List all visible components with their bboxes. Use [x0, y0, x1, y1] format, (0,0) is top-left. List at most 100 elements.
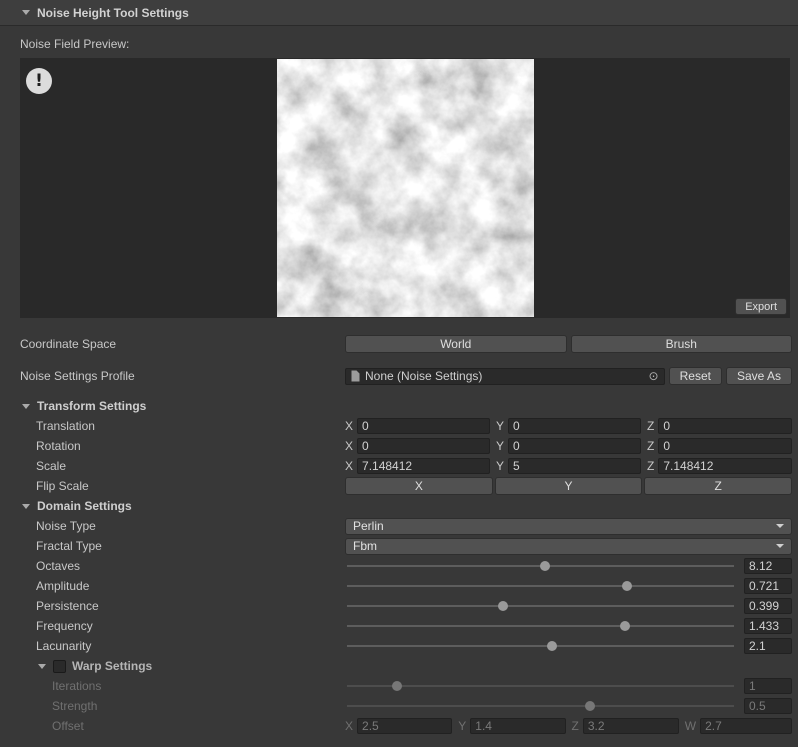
- rotation-y-field[interactable]: [508, 438, 641, 454]
- translation-row: Translation X Y Z: [0, 416, 798, 436]
- persistence-row: Persistence: [0, 596, 798, 616]
- translation-y-field[interactable]: [508, 418, 641, 434]
- scale-label: Scale: [20, 459, 345, 473]
- slider-track: [347, 705, 734, 707]
- axis-y-label: Y: [496, 439, 504, 453]
- noise-type-dropdown[interactable]: Perlin: [345, 518, 792, 535]
- warp-settings-title: Warp Settings: [72, 659, 152, 673]
- flip-scale-z-button[interactable]: Z: [644, 477, 792, 495]
- noise-type-value: Perlin: [353, 519, 384, 533]
- frequency-slider[interactable]: [345, 618, 736, 634]
- lacunarity-slider[interactable]: [345, 638, 736, 654]
- rotation-x-field[interactable]: [357, 438, 490, 454]
- axis-w-label: W: [685, 719, 696, 733]
- lacunarity-label: Lacunarity: [20, 639, 345, 653]
- noise-settings-profile-row: Noise Settings Profile None (Noise Setti…: [0, 366, 798, 386]
- translation-x-field[interactable]: [357, 418, 490, 434]
- warp-settings-foldout[interactable]: Warp Settings: [0, 656, 798, 676]
- chevron-down-icon: [776, 544, 784, 548]
- slider-handle[interactable]: [498, 601, 508, 611]
- strength-label: Strength: [20, 699, 345, 713]
- octaves-row: Octaves: [0, 556, 798, 576]
- scale-x-field[interactable]: [357, 458, 490, 474]
- axis-y-label: Y: [496, 419, 504, 433]
- object-picker-icon[interactable]: ⊙: [649, 369, 659, 383]
- foldout-triangle-icon[interactable]: [22, 504, 30, 509]
- noise-type-row: Noise Type Perlin: [0, 516, 798, 536]
- noise-preview-image: [277, 59, 534, 317]
- tool-settings-title: Noise Height Tool Settings: [37, 6, 189, 20]
- fractal-type-dropdown[interactable]: Fbm: [345, 538, 792, 555]
- scale-z-field[interactable]: [658, 458, 792, 474]
- slider-handle[interactable]: [622, 581, 632, 591]
- axis-y-label: Y: [458, 719, 466, 733]
- flip-x-label: X: [415, 479, 423, 493]
- amplitude-value-field[interactable]: [744, 578, 792, 594]
- noise-preview-label: Noise Field Preview:: [20, 37, 129, 51]
- foldout-triangle-icon[interactable]: [22, 404, 30, 409]
- transform-settings-title: Transform Settings: [37, 399, 146, 413]
- rotation-z-field[interactable]: [658, 438, 792, 454]
- slider-track: [347, 605, 734, 607]
- coordinate-space-row: Coordinate Space World Brush: [0, 334, 798, 354]
- frequency-value-field[interactable]: [744, 618, 792, 634]
- frequency-label: Frequency: [20, 619, 345, 633]
- world-button-label: World: [440, 337, 471, 351]
- translation-z-field[interactable]: [658, 418, 792, 434]
- iterations-value-field: [744, 678, 792, 694]
- offset-y-field: [470, 718, 565, 734]
- flip-scale-y-button[interactable]: Y: [495, 477, 643, 495]
- flip-scale-label: Flip Scale: [20, 479, 345, 493]
- tool-settings-header[interactable]: Noise Height Tool Settings: [0, 0, 798, 26]
- iterations-row: Iterations: [0, 676, 798, 696]
- noise-settings-object-field[interactable]: None (Noise Settings) ⊙: [345, 368, 665, 385]
- object-field-value: None (Noise Settings): [365, 369, 649, 383]
- slider-track: [347, 685, 734, 687]
- axis-z-label: Z: [647, 419, 654, 433]
- iterations-slider: [345, 678, 736, 694]
- coordinate-space-brush-button[interactable]: Brush: [571, 335, 793, 353]
- flip-scale-x-button[interactable]: X: [345, 477, 493, 495]
- lacunarity-row: Lacunarity: [0, 636, 798, 656]
- octaves-slider[interactable]: [345, 558, 736, 574]
- persistence-slider[interactable]: [345, 598, 736, 614]
- axis-z-label: Z: [572, 719, 579, 733]
- amplitude-row: Amplitude: [0, 576, 798, 596]
- scale-y-field[interactable]: [508, 458, 641, 474]
- noise-preview-area: ! Export: [20, 58, 790, 318]
- transform-settings-foldout[interactable]: Transform Settings: [0, 396, 798, 416]
- offset-x-field: [357, 718, 452, 734]
- rotation-label: Rotation: [20, 439, 345, 453]
- domain-settings-foldout[interactable]: Domain Settings: [0, 496, 798, 516]
- lacunarity-value-field[interactable]: [744, 638, 792, 654]
- flip-z-label: Z: [715, 479, 722, 493]
- fractal-type-row: Fractal Type Fbm: [0, 536, 798, 556]
- coordinate-space-label: Coordinate Space: [20, 337, 345, 351]
- reset-button[interactable]: Reset: [669, 367, 722, 385]
- fractal-type-value: Fbm: [353, 539, 377, 553]
- persistence-value-field[interactable]: [744, 598, 792, 614]
- octaves-value-field[interactable]: [744, 558, 792, 574]
- brush-button-label: Brush: [666, 337, 697, 351]
- fractal-type-label: Fractal Type: [20, 539, 345, 553]
- offset-w-field: [700, 718, 792, 734]
- amplitude-slider[interactable]: [345, 578, 736, 594]
- rotation-row: Rotation X Y Z: [0, 436, 798, 456]
- foldout-triangle-icon[interactable]: [38, 664, 46, 669]
- save-as-button[interactable]: Save As: [726, 367, 792, 385]
- axis-x-label: X: [345, 459, 353, 473]
- amplitude-label: Amplitude: [20, 579, 345, 593]
- domain-settings-title: Domain Settings: [37, 499, 132, 513]
- axis-x-label: X: [345, 439, 353, 453]
- slider-handle: [392, 681, 402, 691]
- coordinate-space-world-button[interactable]: World: [345, 335, 567, 353]
- slider-handle[interactable]: [547, 641, 557, 651]
- slider-handle[interactable]: [540, 561, 550, 571]
- warp-settings-checkbox[interactable]: [53, 660, 66, 673]
- foldout-triangle-icon[interactable]: [22, 10, 30, 15]
- offset-row: Offset X Y Z W: [0, 716, 798, 736]
- export-button[interactable]: Export: [735, 298, 787, 315]
- slider-track: [347, 585, 734, 587]
- slider-handle[interactable]: [620, 621, 630, 631]
- strength-value-field: [744, 698, 792, 714]
